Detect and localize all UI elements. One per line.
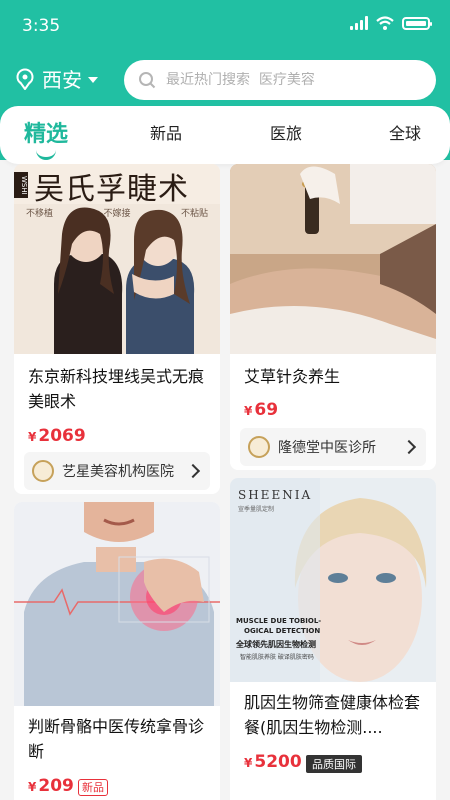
- banner-feature: 不粘贴: [180, 209, 208, 219]
- banner-brand: WSHI: [14, 172, 28, 198]
- search-icon: [139, 72, 156, 89]
- tab-medical-travel[interactable]: 医旅: [270, 120, 302, 144]
- chevron-right-icon: [401, 439, 417, 455]
- price-value: 209: [38, 776, 74, 796]
- product-price: ¥2069: [28, 426, 86, 446]
- currency-symbol: ¥: [28, 780, 37, 794]
- price-value: 2069: [38, 426, 86, 446]
- product-image: [230, 164, 436, 354]
- search-bar[interactable]: [124, 60, 436, 100]
- quality-badge: 品质国际: [306, 755, 362, 773]
- price-value: 69: [254, 400, 279, 420]
- product-image: 吴氏孚睫术 WSHI 不移植 不嫁接 不粘贴: [14, 164, 220, 354]
- product-price: ¥5200: [244, 752, 302, 772]
- product-title: 肌因生物筛查健康体检套餐(肌因生物检测....: [244, 693, 421, 737]
- location-pin-icon: [16, 68, 34, 90]
- active-tab-indicator: [36, 150, 56, 160]
- product-title: 判断骨骼中医传统拿骨诊断: [28, 717, 205, 761]
- tab-featured[interactable]: 精选: [24, 116, 68, 148]
- location-selector[interactable]: 西安: [14, 64, 98, 93]
- clinic-name: 艺星美容机构医院: [62, 464, 174, 480]
- currency-symbol: ¥: [28, 430, 37, 444]
- tab-global[interactable]: 全球: [389, 120, 421, 144]
- brand-subtitle: 宣季量肌定制: [238, 506, 275, 513]
- banner-feature: 不移植: [26, 209, 54, 219]
- signal-icon: [350, 16, 368, 30]
- clinic-link[interactable]: 艺星美容机构医院: [24, 452, 210, 490]
- product-title: 艾草针灸养生: [244, 367, 341, 386]
- clinic-name: 隆德堂中医诊所: [278, 440, 376, 456]
- clinic-link[interactable]: 隆德堂中医诊所: [240, 428, 426, 466]
- product-image: [14, 502, 220, 706]
- caret-down-icon: [88, 76, 98, 83]
- category-tabs: 精选 新品 医旅 全球: [0, 106, 450, 164]
- product-price: ¥209: [28, 776, 74, 796]
- overlay-cn-sub: 智能肌肤养肤 破译肌肤密码: [240, 654, 314, 661]
- brand-logo-text: SHEENIA: [238, 488, 313, 502]
- clinic-logo: [32, 460, 54, 482]
- new-badge: 新品: [78, 779, 108, 796]
- wifi-icon: [376, 16, 394, 30]
- status-time: 3:35: [22, 16, 61, 36]
- battery-icon: [402, 16, 432, 30]
- banner-features: 不移植 不嫁接 不粘贴: [26, 206, 208, 219]
- status-bar: 3:35: [0, 0, 450, 52]
- product-card[interactable]: SHEENIA 宣季量肌定制 MUSCLE DUE TOBIOL- OGICAL…: [230, 478, 436, 800]
- search-input[interactable]: [166, 72, 416, 88]
- overlay-cn: 全球领先肌因生物检测: [236, 640, 316, 649]
- chevron-right-icon: [185, 463, 201, 479]
- price-value: 5200: [254, 752, 302, 772]
- product-feed: 吴氏孚睫术 WSHI 不移植 不嫁接 不粘贴 东京新科技埋线吴式无痕美眼术 ¥2…: [0, 164, 450, 800]
- product-card[interactable]: 艾草针灸养生 ¥69 隆德堂中医诊所: [230, 164, 436, 470]
- overlay-en-line1: MUSCLE DUE TOBIOL-: [236, 617, 322, 625]
- currency-symbol: ¥: [244, 756, 253, 770]
- product-title: 东京新科技埋线吴式无痕美眼术: [28, 367, 205, 411]
- banner-title: 吴氏孚睫术: [34, 172, 189, 207]
- banner-feature: 不嫁接: [103, 209, 131, 219]
- product-card[interactable]: 吴氏孚睫术 WSHI 不移植 不嫁接 不粘贴 东京新科技埋线吴式无痕美眼术 ¥2…: [14, 164, 220, 494]
- product-price: ¥69: [244, 400, 278, 420]
- tab-new[interactable]: 新品: [150, 120, 182, 144]
- product-card[interactable]: 判断骨骼中医传统拿骨诊断 ¥209 新品: [14, 502, 220, 800]
- overlay-en-line2: OGICAL DETECTION: [244, 627, 321, 635]
- city-label: 西安: [42, 68, 82, 92]
- product-image: SHEENIA 宣季量肌定制 MUSCLE DUE TOBIOL- OGICAL…: [230, 478, 436, 682]
- currency-symbol: ¥: [244, 404, 253, 418]
- clinic-logo: [248, 436, 270, 458]
